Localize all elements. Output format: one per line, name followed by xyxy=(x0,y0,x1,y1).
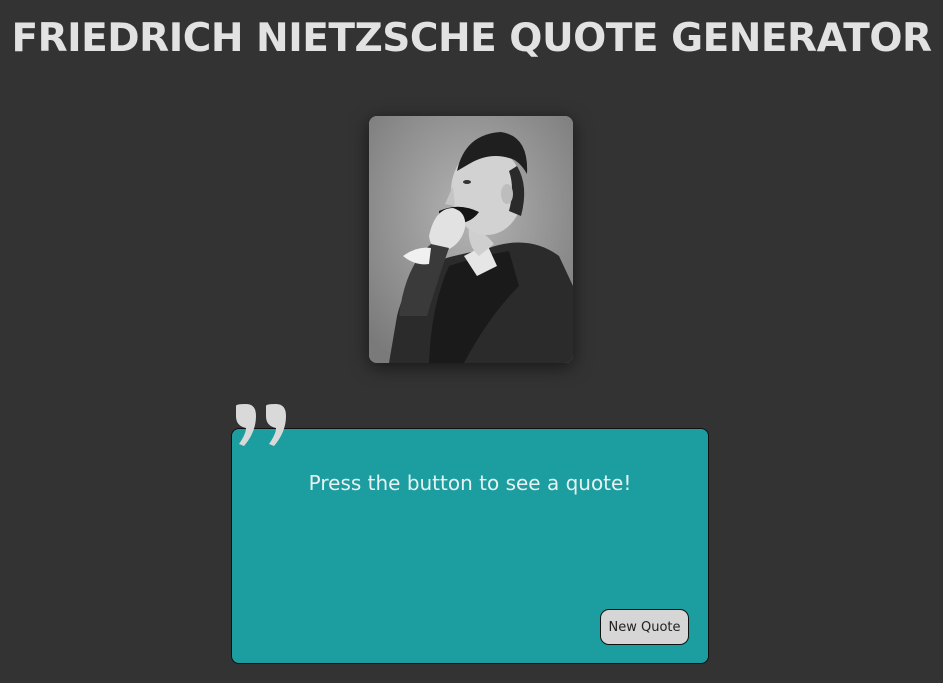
quote-text: Press the button to see a quote! xyxy=(308,471,632,495)
quote-mark-icon xyxy=(236,404,286,446)
page: FRIEDRICH NIETZSCHE QUOTE GENERATOR Pres… xyxy=(0,0,943,683)
quote-card: Press the button to see a quote! New Quo… xyxy=(231,428,709,664)
nietzsche-portrait xyxy=(369,116,573,363)
page-title: FRIEDRICH NIETZSCHE QUOTE GENERATOR xyxy=(11,16,932,61)
new-quote-button[interactable]: New Quote xyxy=(600,609,689,645)
